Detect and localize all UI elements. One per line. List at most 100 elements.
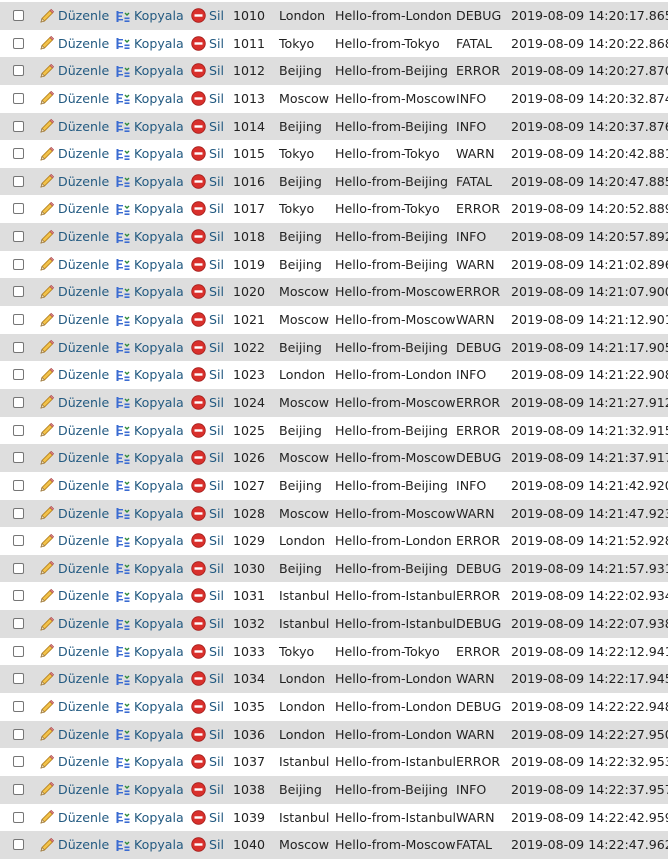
delete-button[interactable]: Sil: [191, 57, 224, 85]
row-checkbox[interactable]: [13, 175, 24, 187]
row-checkbox[interactable]: [13, 811, 24, 823]
copy-button[interactable]: Kopyala: [115, 472, 184, 500]
delete-button[interactable]: Sil: [191, 168, 224, 196]
edit-button[interactable]: Düzenle: [39, 804, 109, 832]
edit-button[interactable]: Düzenle: [39, 500, 109, 528]
edit-button[interactable]: Düzenle: [39, 582, 109, 610]
delete-button[interactable]: Sil: [191, 582, 224, 610]
delete-button[interactable]: Sil: [191, 444, 224, 472]
copy-button[interactable]: Kopyala: [115, 417, 184, 445]
edit-button[interactable]: Düzenle: [39, 85, 109, 113]
edit-button[interactable]: Düzenle: [39, 223, 109, 251]
copy-button[interactable]: Kopyala: [115, 30, 184, 58]
copy-button[interactable]: Kopyala: [115, 776, 184, 804]
edit-button[interactable]: Düzenle: [39, 665, 109, 693]
edit-button[interactable]: Düzenle: [39, 2, 109, 30]
edit-button[interactable]: Düzenle: [39, 831, 109, 859]
edit-button[interactable]: Düzenle: [39, 693, 109, 721]
row-checkbox[interactable]: [13, 728, 24, 740]
edit-button[interactable]: Düzenle: [39, 638, 109, 666]
row-checkbox[interactable]: [13, 756, 24, 768]
delete-button[interactable]: Sil: [191, 195, 224, 223]
delete-button[interactable]: Sil: [191, 334, 224, 362]
edit-button[interactable]: Düzenle: [39, 610, 109, 638]
edit-button[interactable]: Düzenle: [39, 334, 109, 362]
row-checkbox[interactable]: [13, 231, 24, 243]
delete-button[interactable]: Sil: [191, 113, 224, 141]
edit-button[interactable]: Düzenle: [39, 527, 109, 555]
delete-button[interactable]: Sil: [191, 85, 224, 113]
row-checkbox[interactable]: [13, 479, 24, 491]
edit-button[interactable]: Düzenle: [39, 168, 109, 196]
copy-button[interactable]: Kopyala: [115, 748, 184, 776]
copy-button[interactable]: Kopyala: [115, 721, 184, 749]
edit-button[interactable]: Düzenle: [39, 417, 109, 445]
delete-button[interactable]: Sil: [191, 251, 224, 279]
copy-button[interactable]: Kopyala: [115, 223, 184, 251]
row-checkbox[interactable]: [13, 507, 24, 519]
edit-button[interactable]: Düzenle: [39, 57, 109, 85]
row-checkbox[interactable]: [13, 645, 24, 657]
edit-button[interactable]: Düzenle: [39, 113, 109, 141]
row-checkbox[interactable]: [13, 535, 24, 547]
row-checkbox[interactable]: [13, 314, 24, 326]
edit-button[interactable]: Düzenle: [39, 195, 109, 223]
delete-button[interactable]: Sil: [191, 610, 224, 638]
edit-button[interactable]: Düzenle: [39, 555, 109, 583]
copy-button[interactable]: Kopyala: [115, 140, 184, 168]
row-checkbox[interactable]: [13, 369, 24, 381]
copy-button[interactable]: Kopyala: [115, 555, 184, 583]
edit-button[interactable]: Düzenle: [39, 278, 109, 306]
row-checkbox[interactable]: [13, 396, 24, 408]
copy-button[interactable]: Kopyala: [115, 638, 184, 666]
edit-button[interactable]: Düzenle: [39, 472, 109, 500]
delete-button[interactable]: Sil: [191, 30, 224, 58]
delete-button[interactable]: Sil: [191, 721, 224, 749]
row-checkbox[interactable]: [13, 341, 24, 353]
delete-button[interactable]: Sil: [191, 140, 224, 168]
edit-button[interactable]: Düzenle: [39, 251, 109, 279]
delete-button[interactable]: Sil: [191, 831, 224, 859]
edit-button[interactable]: Düzenle: [39, 776, 109, 804]
row-checkbox[interactable]: [13, 148, 24, 160]
copy-button[interactable]: Kopyala: [115, 444, 184, 472]
copy-button[interactable]: Kopyala: [115, 693, 184, 721]
delete-button[interactable]: Sil: [191, 472, 224, 500]
copy-button[interactable]: Kopyala: [115, 334, 184, 362]
row-checkbox[interactable]: [13, 424, 24, 436]
row-checkbox[interactable]: [13, 65, 24, 77]
delete-button[interactable]: Sil: [191, 500, 224, 528]
copy-button[interactable]: Kopyala: [115, 306, 184, 334]
edit-button[interactable]: Düzenle: [39, 389, 109, 417]
copy-button[interactable]: Kopyala: [115, 251, 184, 279]
delete-button[interactable]: Sil: [191, 278, 224, 306]
delete-button[interactable]: Sil: [191, 389, 224, 417]
delete-button[interactable]: Sil: [191, 555, 224, 583]
edit-button[interactable]: Düzenle: [39, 306, 109, 334]
row-checkbox[interactable]: [13, 286, 24, 298]
edit-button[interactable]: Düzenle: [39, 721, 109, 749]
copy-button[interactable]: Kopyala: [115, 168, 184, 196]
row-checkbox[interactable]: [13, 120, 24, 132]
row-checkbox[interactable]: [13, 452, 24, 464]
copy-button[interactable]: Kopyala: [115, 527, 184, 555]
edit-button[interactable]: Düzenle: [39, 30, 109, 58]
delete-button[interactable]: Sil: [191, 638, 224, 666]
delete-button[interactable]: Sil: [191, 748, 224, 776]
row-checkbox[interactable]: [13, 839, 24, 851]
row-checkbox[interactable]: [13, 562, 24, 574]
copy-button[interactable]: Kopyala: [115, 2, 184, 30]
copy-button[interactable]: Kopyala: [115, 113, 184, 141]
row-checkbox[interactable]: [13, 203, 24, 215]
copy-button[interactable]: Kopyala: [115, 582, 184, 610]
row-checkbox[interactable]: [13, 37, 24, 49]
delete-button[interactable]: Sil: [191, 776, 224, 804]
edit-button[interactable]: Düzenle: [39, 361, 109, 389]
row-checkbox[interactable]: [13, 701, 24, 713]
row-checkbox[interactable]: [13, 590, 24, 602]
delete-button[interactable]: Sil: [191, 2, 224, 30]
delete-button[interactable]: Sil: [191, 361, 224, 389]
delete-button[interactable]: Sil: [191, 417, 224, 445]
edit-button[interactable]: Düzenle: [39, 444, 109, 472]
delete-button[interactable]: Sil: [191, 527, 224, 555]
